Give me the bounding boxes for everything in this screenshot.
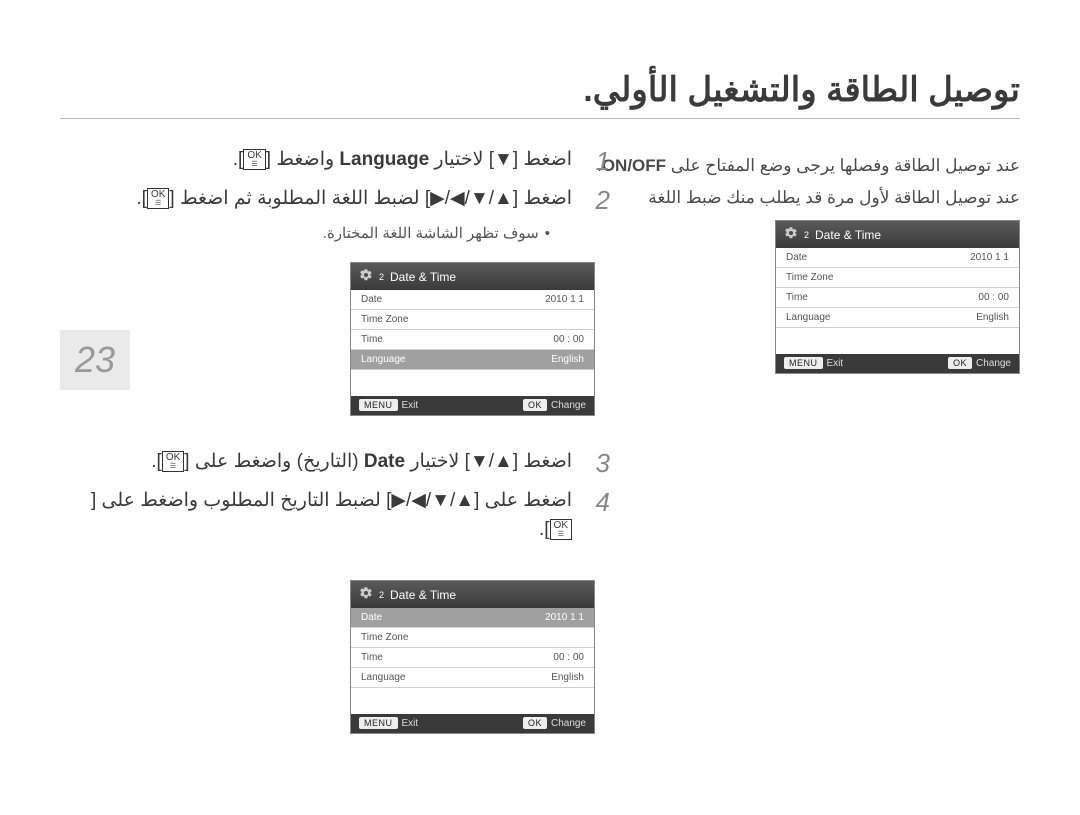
row-language: LanguageEnglish <box>351 668 594 688</box>
step-4: 4 اضغط على [▲/▼/◀/▶] لضبط التاريخ المطلو… <box>90 487 610 544</box>
panel-header: 2 Date & Time <box>351 263 594 290</box>
settings-panel-1: 2 Date & Time Date2010 1 1 Time Zone Tim… <box>775 220 1020 374</box>
ok-button-label: OK <box>523 399 547 411</box>
settings-panel-3: 2 Date & Time Date2010 1 1 Time Zone Tim… <box>350 580 595 734</box>
row-timezone: Time Zone <box>351 628 594 648</box>
manual-page: توصيل الطاقة والتشغيل الأولي. عند توصيل … <box>0 0 1080 815</box>
step-3: 3 اضغط [▲/▼] لاختيار Date (التاريخ) واضغ… <box>90 448 610 479</box>
panel-title: Date & Time <box>390 270 456 284</box>
steps-group-1: 1 اضغط [▼] لاختيار Language واضغط [OK☰].… <box>90 146 610 252</box>
steps-group-2: 3 اضغط [▲/▼] لاختيار Date (التاريخ) واضغ… <box>90 448 610 552</box>
page-number-box: 23 <box>60 330 130 390</box>
step-2: 2 اضغط [▲/▼/◀/▶] لضبط اللغة المطلوبة ثم … <box>90 185 610 216</box>
panel-title: Date & Time <box>815 228 881 242</box>
panel-footer: MENUExit OKChange <box>776 354 1019 373</box>
page-number: 23 <box>75 339 115 381</box>
step-number: 2 <box>590 185 610 216</box>
settings-panel-2: 2 Date & Time Date2010 1 1 Time Zone Tim… <box>350 262 595 416</box>
sub-icon: 2 <box>804 230 809 240</box>
panel-header: 2 Date & Time <box>351 581 594 608</box>
row-date: Date2010 1 1 <box>351 290 594 310</box>
row-time: Time00 : 00 <box>351 330 594 350</box>
ok-icon: OK☰ <box>550 519 572 540</box>
ok-icon: OK☰ <box>162 451 184 472</box>
step-number: 3 <box>590 448 610 479</box>
ok-icon: OK☰ <box>243 149 265 170</box>
ok-button-label: OK <box>948 357 972 369</box>
row-time: Time00 : 00 <box>351 648 594 668</box>
panel-header: 2 Date & Time <box>776 221 1019 248</box>
gear-icon <box>784 226 798 243</box>
panel-footer: MENUExit OKChange <box>351 396 594 415</box>
sub-icon: 2 <box>379 590 384 600</box>
menu-button-label: MENU <box>359 717 398 729</box>
panel-title: Date & Time <box>390 588 456 602</box>
step-number: 4 <box>590 487 610 518</box>
page-title: توصيل الطاقة والتشغيل الأولي. <box>60 70 1020 119</box>
step-note: •سوف تظهر الشاشة اللغة المختارة. <box>90 224 550 242</box>
row-language: LanguageEnglish <box>776 308 1019 328</box>
panel-footer: MENUExit OKChange <box>351 714 594 733</box>
row-timezone: Time Zone <box>351 310 594 330</box>
row-date: Date2010 1 1 <box>776 248 1019 268</box>
sub-icon: 2 <box>379 272 384 282</box>
row-language-highlighted: LanguageEnglish <box>351 350 594 370</box>
gear-icon <box>359 268 373 285</box>
step-number: 1 <box>590 146 610 177</box>
row-timezone: Time Zone <box>776 268 1019 288</box>
menu-button-label: MENU <box>784 357 823 369</box>
row-time: Time00 : 00 <box>776 288 1019 308</box>
row-date-highlighted: Date2010 1 1 <box>351 608 594 628</box>
step-1: 1 اضغط [▼] لاختيار Language واضغط [OK☰]. <box>90 146 610 177</box>
ok-icon: OK☰ <box>147 188 169 209</box>
gear-icon <box>359 586 373 603</box>
menu-button-label: MENU <box>359 399 398 411</box>
ok-button-label: OK <box>523 717 547 729</box>
